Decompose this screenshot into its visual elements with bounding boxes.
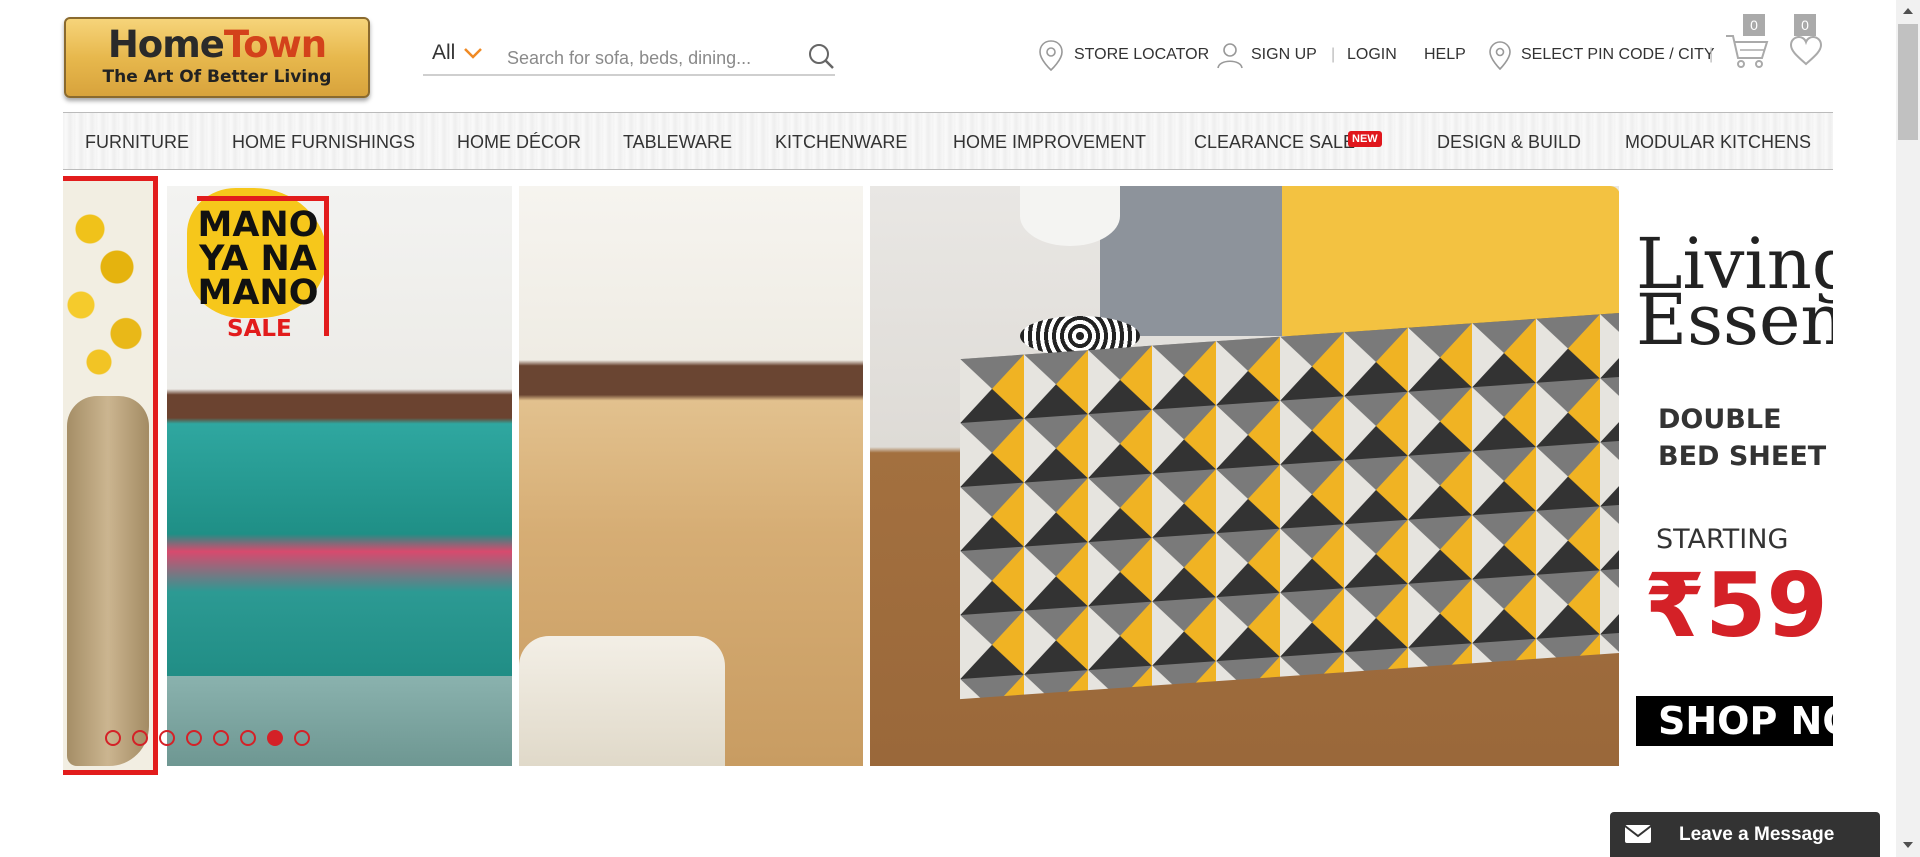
promo-panel: Living Essenc DOUBLE BED SHEET STARTING … xyxy=(1636,186,1833,766)
lamp xyxy=(1020,186,1120,246)
carousel-dot[interactable] xyxy=(294,730,310,746)
shop-now-button[interactable]: SHOP NO xyxy=(1636,696,1833,746)
scroll-down-arrow-icon[interactable] xyxy=(1901,840,1915,850)
location-pin-icon xyxy=(1039,40,1063,72)
store-locator-label: STORE LOCATOR xyxy=(1074,46,1210,63)
nav-home-furnishings[interactable]: HOME FURNISHINGS xyxy=(232,132,415,153)
nav-tableware[interactable]: TABLEWARE xyxy=(623,132,732,153)
nav-modular-kitchens[interactable]: MODULAR KITCHENS xyxy=(1625,132,1811,153)
separator: | xyxy=(1331,46,1336,63)
vase-image xyxy=(63,176,158,775)
mano-ya-na-mano-sale-badge: MANO YA NA MANO SALE xyxy=(177,178,337,343)
search-input[interactable] xyxy=(507,45,807,71)
carousel-dot[interactable] xyxy=(159,730,175,746)
carousel-dot[interactable] xyxy=(105,730,121,746)
wishlist-count-badge: 0 xyxy=(1794,14,1816,36)
vase-shape xyxy=(67,396,149,766)
carousel-dot[interactable] xyxy=(132,730,148,746)
carousel-dots xyxy=(105,730,310,746)
location-pin-icon xyxy=(1489,41,1511,71)
rug xyxy=(519,636,726,766)
nav-home-improvement[interactable]: HOME IMPROVEMENT xyxy=(953,132,1146,153)
pillows xyxy=(1100,186,1619,336)
envelope-icon xyxy=(1624,825,1652,843)
nav-furniture[interactable]: FURNITURE xyxy=(85,132,189,153)
search-icon[interactable] xyxy=(807,42,835,70)
user-icon xyxy=(1217,43,1243,69)
promo-subtitle: DOUBLE BED SHEET xyxy=(1658,404,1827,472)
carousel-dot[interactable] xyxy=(213,730,229,746)
carousel-dot[interactable] xyxy=(267,730,283,746)
scroll-up-arrow-icon[interactable] xyxy=(1901,6,1915,16)
sign-up-link[interactable]: SIGN UP xyxy=(1215,43,1317,69)
main-nav: FURNITURE HOME FURNISHINGS HOME DÉCOR TA… xyxy=(63,112,1833,170)
leave-message-label: Leave a Message xyxy=(1679,824,1835,845)
logo-town-text: Town xyxy=(223,23,327,66)
pincode-label: SELECT PIN CODE / CITY xyxy=(1521,46,1715,63)
hometown-logo[interactable]: HomeTown The Art Of Better Living xyxy=(64,17,370,98)
sign-up-label: SIGN UP xyxy=(1251,46,1317,63)
search-bar: All xyxy=(423,40,835,76)
flowers-image xyxy=(63,191,153,381)
pincode-selector[interactable]: SELECT PIN CODE / CITY xyxy=(1488,41,1715,71)
promo-starting-label: STARTING xyxy=(1656,524,1789,555)
nav-home-decor[interactable]: HOME DÉCOR xyxy=(457,132,581,153)
new-badge: NEW xyxy=(1348,131,1382,147)
chevron-down-icon[interactable] xyxy=(463,46,483,60)
bedroom-photo-beige xyxy=(519,186,863,766)
carousel-dot[interactable] xyxy=(186,730,202,746)
logo-home-text: Home xyxy=(107,23,225,66)
rug xyxy=(167,676,512,766)
hero-banner-carousel[interactable]: MANO YA NA MANO SALE Living Essenc DOUBL… xyxy=(63,176,1833,775)
sale-tag-text: SALE xyxy=(227,316,292,342)
help-link[interactable]: HELP xyxy=(1424,46,1466,64)
scrollbar-thumb[interactable] xyxy=(1898,24,1918,140)
logo-tagline: The Art Of Better Living xyxy=(102,67,332,87)
login-link[interactable]: LOGIN xyxy=(1347,46,1397,64)
cart-icon[interactable] xyxy=(1724,30,1770,70)
logo-wordmark: HomeTown xyxy=(66,25,368,65)
promo-title: Living Essenc xyxy=(1636,223,1833,361)
bedroom-photo-patterned xyxy=(870,186,1619,766)
cart-count-badge: 0 xyxy=(1743,14,1765,36)
promo-price: ₹59 xyxy=(1644,554,1828,657)
search-category-select[interactable]: All xyxy=(432,41,455,65)
store-locator-link[interactable]: STORE LOCATOR xyxy=(1038,40,1210,72)
nav-clearance-sale[interactable]: CLEARANCE SALE xyxy=(1194,132,1355,153)
nav-kitchenware[interactable]: KITCHENWARE xyxy=(775,132,907,153)
leave-message-button[interactable]: Leave a Message xyxy=(1610,812,1880,857)
separator: | xyxy=(1709,46,1714,63)
sale-badge-text: MANO YA NA MANO xyxy=(197,205,319,313)
heart-icon[interactable] xyxy=(1789,35,1823,67)
nav-design-build[interactable]: DESIGN & BUILD xyxy=(1437,132,1581,153)
patterned-comforter xyxy=(960,312,1619,700)
carousel-dot[interactable] xyxy=(240,730,256,746)
